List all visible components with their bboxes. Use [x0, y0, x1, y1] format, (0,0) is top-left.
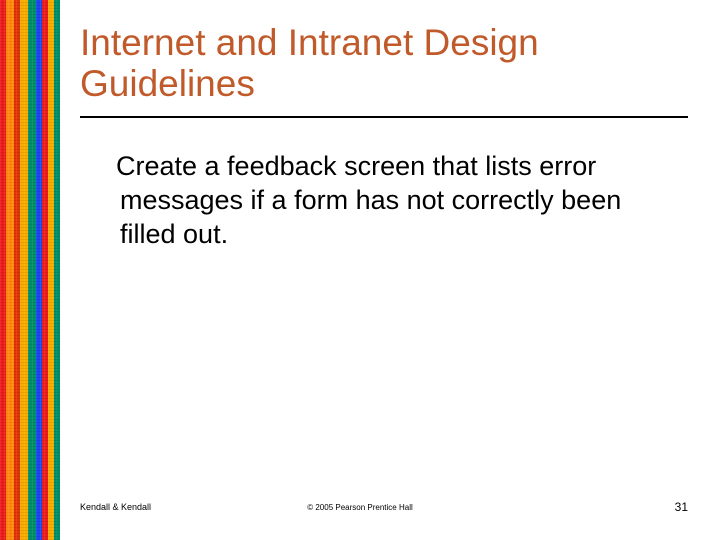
horizontal-rule — [80, 116, 688, 118]
slide-title: Internet and Intranet Design Guidelines — [80, 22, 680, 105]
slide: Internet and Intranet Design Guidelines … — [0, 0, 720, 540]
decorative-side-stripe — [0, 0, 60, 540]
slide-body-text: Create a feedback screen that lists erro… — [120, 150, 640, 251]
footer-page-number: 31 — [675, 500, 688, 514]
footer-copyright: © 2005 Pearson Prentice Hall — [0, 503, 720, 512]
